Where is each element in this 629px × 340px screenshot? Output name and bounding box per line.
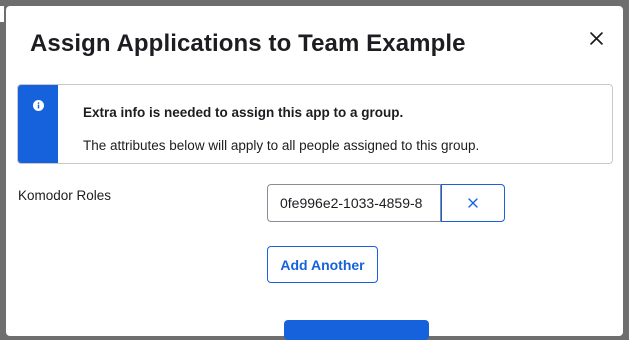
info-callout: Extra info is needed to assign this app … xyxy=(17,84,613,164)
info-icon xyxy=(32,100,44,111)
close-button[interactable] xyxy=(584,26,608,50)
remove-role-button[interactable] xyxy=(441,184,505,222)
callout-body: The attributes below will apply to all p… xyxy=(83,138,480,153)
komodor-roles-label: Komodor Roles xyxy=(18,188,112,203)
callout-accent-bar xyxy=(18,85,58,163)
close-icon xyxy=(468,198,478,208)
close-icon xyxy=(589,31,603,45)
komodor-roles-input[interactable]: 0fe996e2-1033-4859-8 xyxy=(267,184,441,222)
assign-applications-dialog: Assign Applications to Team Example Extr… xyxy=(6,6,623,340)
backdrop-page xyxy=(0,6,4,22)
callout-title: Extra info is needed to assign this app … xyxy=(83,105,404,120)
primary-action-button[interactable] xyxy=(284,320,429,340)
komodor-roles-input-value: 0fe996e2-1033-4859-8 xyxy=(280,195,423,211)
dialog-title: Assign Applications to Team Example xyxy=(30,30,466,57)
add-another-button[interactable]: Add Another xyxy=(267,246,378,283)
